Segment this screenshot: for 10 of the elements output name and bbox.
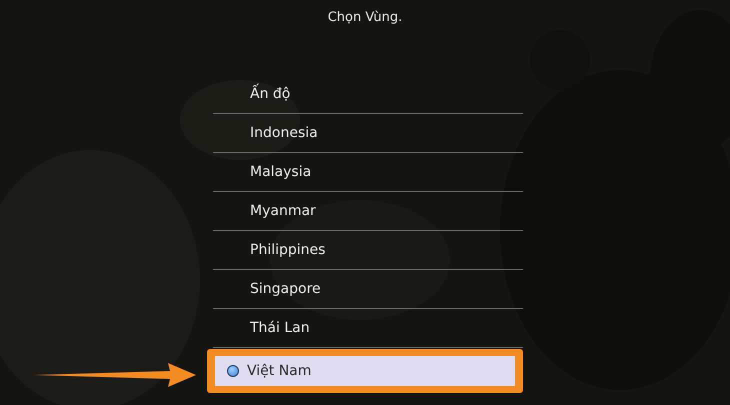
region-item[interactable]: Myanmar [213,192,523,231]
region-item[interactable]: Việt Nam [215,356,515,386]
screen-title: Chọn Vùng. [328,9,402,27]
radio-dot-icon [227,365,239,377]
region-item[interactable]: Philippines [213,231,523,270]
region-item[interactable]: Singapore [213,270,523,309]
region-item[interactable]: Indonesia [213,114,523,153]
region-item[interactable]: Ấn độ [213,75,523,114]
region-item[interactable]: Malaysia [213,153,523,192]
region-item[interactable]: Thái Lan [213,309,523,348]
